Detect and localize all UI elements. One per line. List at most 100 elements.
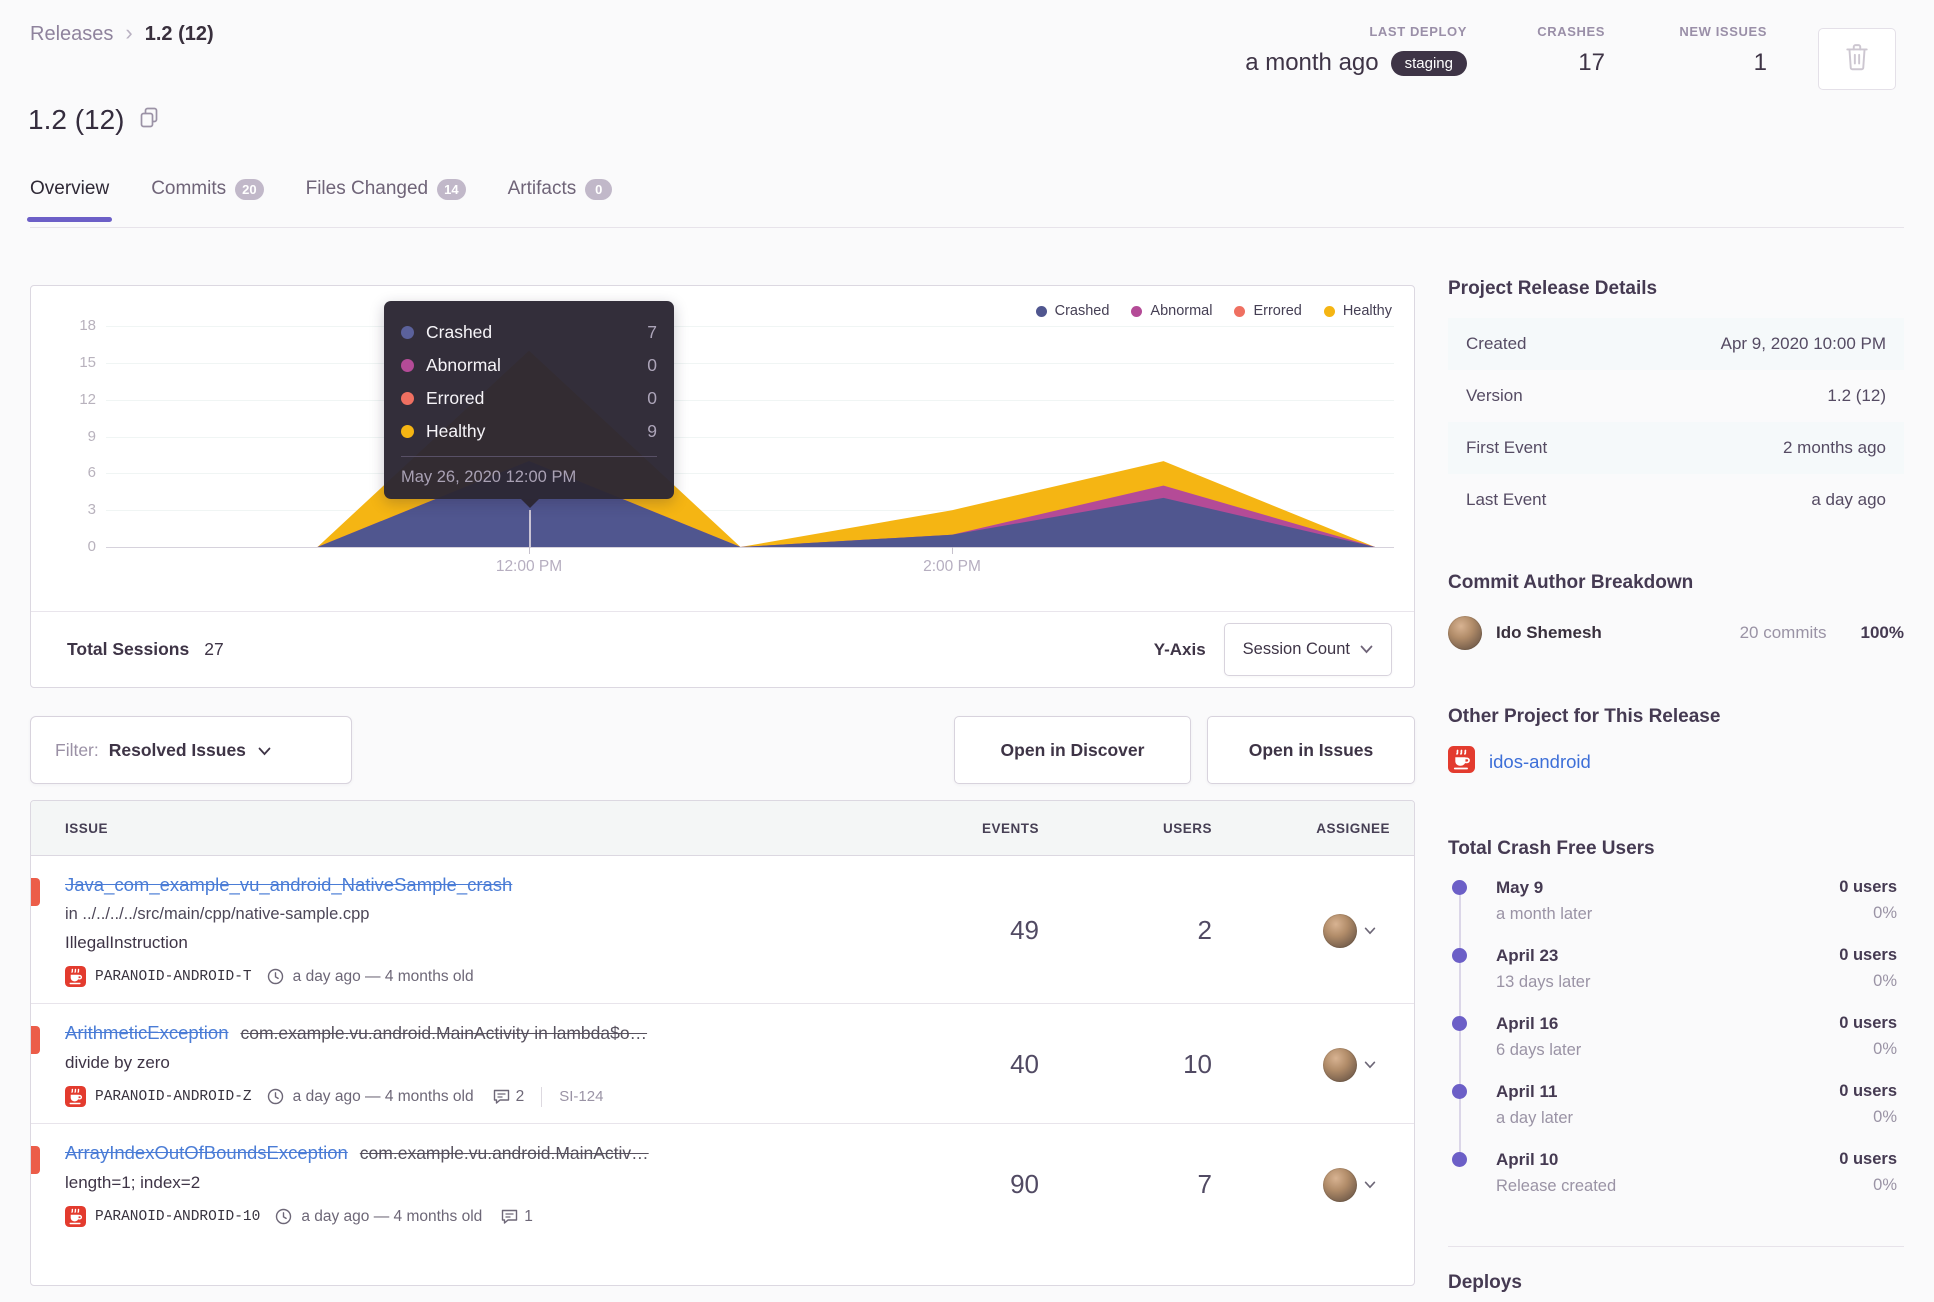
series-dot	[401, 326, 414, 339]
detail-row-last-event: Last Event a day ago	[1448, 474, 1904, 526]
crash-free-heading: Total Crash Free Users	[1448, 838, 1655, 859]
tab-overview[interactable]: Overview	[26, 178, 113, 222]
chevron-down-icon	[1364, 1061, 1376, 1069]
entry-percent: 0%	[1873, 1040, 1897, 1058]
assignee-avatar	[1323, 1047, 1357, 1082]
tab-commits[interactable]: Commits 20	[151, 178, 264, 222]
tooltip-axis-pointer	[529, 510, 531, 547]
assignee-dropdown[interactable]	[1212, 913, 1390, 948]
filter-selected-value: Resolved Issues	[108, 739, 246, 760]
column-header-assignee[interactable]: ASSIGNEE	[1212, 821, 1390, 836]
breadcrumb: Releases › 1.2 (12)	[30, 22, 214, 47]
error-level-bar	[31, 878, 40, 906]
y-tick-label: 6	[87, 464, 96, 482]
issue-ref: SI-124	[559, 1088, 604, 1105]
assignee-dropdown[interactable]	[1212, 1047, 1390, 1082]
sessions-area-chart[interactable]	[106, 321, 1394, 547]
open-in-discover-button[interactable]: Open in Discover	[954, 716, 1191, 784]
assignee-avatar	[1323, 1167, 1357, 1202]
chart-tooltip: Crashed 7 Abnormal 0 Errored 0 Healthy 9 May…	[384, 301, 674, 508]
stat-crashes: CRASHES 17	[1537, 24, 1605, 77]
trash-icon	[1844, 43, 1870, 76]
assignee-dropdown[interactable]	[1212, 1167, 1390, 1202]
copy-icon[interactable]	[139, 104, 159, 136]
issues-table-header: ISSUE EVENTS USERS ASSIGNEE	[31, 801, 1414, 856]
tab-count-badge: 14	[437, 178, 466, 200]
issue-culprit: com.example.vu.android.MainActivity in l…	[240, 1023, 648, 1043]
column-header-issue[interactable]: ISSUE	[65, 821, 929, 836]
chart-legend: Crashed Abnormal Errored Healthy	[1035, 303, 1392, 319]
tab-files-changed[interactable]: Files Changed 14	[306, 178, 466, 222]
column-header-users[interactable]: USERS	[1039, 821, 1212, 836]
issue-age: a day ago — 4 months old	[292, 967, 474, 985]
crash-free-entry: April 10 Release created 0 users 0%	[1448, 1150, 1904, 1196]
detail-value: 1.2 (12)	[1827, 386, 1886, 405]
issues-filter-dropdown[interactable]: Filter: Resolved Issues	[30, 716, 352, 784]
environment-badge: staging	[1390, 50, 1467, 76]
other-project-link-row[interactable]: idos-android	[1448, 746, 1591, 778]
meta-divider	[541, 1086, 543, 1107]
legend-item-errored[interactable]: Errored	[1234, 303, 1302, 319]
tab-count-badge: 0	[585, 178, 613, 200]
yaxis-select[interactable]: Session Count	[1223, 623, 1392, 676]
timeline-dot	[1452, 1016, 1467, 1031]
detail-value: Apr 9, 2020 10:00 PM	[1720, 334, 1886, 353]
tab-artifacts[interactable]: Artifacts 0	[508, 178, 613, 222]
detail-label: Last Event	[1466, 490, 1547, 509]
chevron-down-icon	[1364, 927, 1376, 935]
entry-users: 0 users	[1839, 1014, 1897, 1032]
author-avatar	[1448, 616, 1482, 650]
other-project-heading: Other Project for This Release	[1448, 706, 1721, 727]
legend-item-healthy[interactable]: Healthy	[1323, 303, 1392, 319]
legend-item-abnormal[interactable]: Abnormal	[1131, 303, 1212, 319]
tooltip-row-healthy: Healthy 9	[401, 415, 657, 448]
column-header-events[interactable]: EVENTS	[929, 821, 1039, 836]
author-commit-count: 20 commits	[1739, 623, 1827, 642]
issue-short-id: PARANOID-ANDROID-Z	[95, 1088, 252, 1105]
assignee-avatar	[1323, 913, 1357, 948]
deploys-divider	[1448, 1246, 1904, 1247]
yaxis-selected-value: Session Count	[1242, 640, 1350, 658]
tab-count-badge: 20	[235, 178, 264, 200]
issue-title-link[interactable]: ArithmeticException	[65, 1022, 228, 1044]
issue-users-count: 7	[1197, 1169, 1212, 1199]
tooltip-date: May 26, 2020 12:00 PM	[401, 456, 657, 487]
error-level-bar	[31, 1026, 40, 1054]
timeline-dot	[1452, 880, 1467, 895]
crashes-value: 17	[1578, 49, 1605, 76]
release-details-rows: Created Apr 9, 2020 10:00 PM Version 1.2…	[1448, 318, 1904, 526]
y-tick-label: 12	[79, 390, 96, 408]
y-tick-label: 3	[87, 501, 96, 519]
detail-row-first-event: First Event 2 months ago	[1448, 422, 1904, 474]
crash-free-entry: April 23 13 days later 0 users 0%	[1448, 946, 1904, 992]
delete-release-button[interactable]	[1818, 28, 1896, 90]
other-project-link[interactable]: idos-android	[1489, 751, 1591, 773]
issue-title-link[interactable]: ArrayIndexOutOfBoundsException	[65, 1142, 348, 1164]
open-in-issues-button[interactable]: Open in Issues	[1207, 716, 1415, 784]
issue-message: divide by zero	[65, 1053, 170, 1072]
stat-last-deploy: LAST DEPLOY a month ago staging	[1245, 24, 1467, 77]
tabbar-divider	[30, 227, 1904, 228]
comment-icon[interactable]: 1	[501, 1208, 533, 1226]
error-level-bar	[31, 1146, 40, 1174]
detail-row-created: Created Apr 9, 2020 10:00 PM	[1448, 318, 1904, 370]
comment-icon[interactable]: 2	[493, 1088, 524, 1106]
comment-count: 1	[524, 1207, 533, 1225]
issue-short-id: PARANOID-ANDROID-10	[95, 1208, 261, 1225]
detail-value: a day ago	[1811, 490, 1886, 509]
crashes-label: CRASHES	[1537, 24, 1605, 39]
issue-title-link[interactable]: Java_com_example_vu_android_NativeSample…	[65, 874, 512, 896]
yaxis-label: Y-Axis	[1153, 639, 1206, 659]
series-dot	[401, 425, 414, 438]
resolved-issues-table: ISSUE EVENTS USERS ASSIGNEE Java_com_exampl…	[30, 800, 1415, 1286]
total-sessions-value: 27	[204, 639, 224, 659]
detail-row-version: Version 1.2 (12)	[1448, 370, 1904, 422]
y-tick-label: 0	[87, 538, 96, 555]
new-issues-label: NEW ISSUES	[1679, 24, 1767, 39]
entry-percent: 0%	[1873, 904, 1897, 922]
breadcrumb-releases-link[interactable]: Releases	[30, 23, 113, 46]
legend-item-crashed[interactable]: Crashed	[1035, 303, 1109, 319]
issue-culprit: com.example.vu.android.MainActiv…	[359, 1143, 649, 1163]
author-name: Ido Shemesh	[1496, 623, 1602, 642]
chart-footer: Total Sessions 27 Y-Axis Session Count	[31, 611, 1414, 687]
